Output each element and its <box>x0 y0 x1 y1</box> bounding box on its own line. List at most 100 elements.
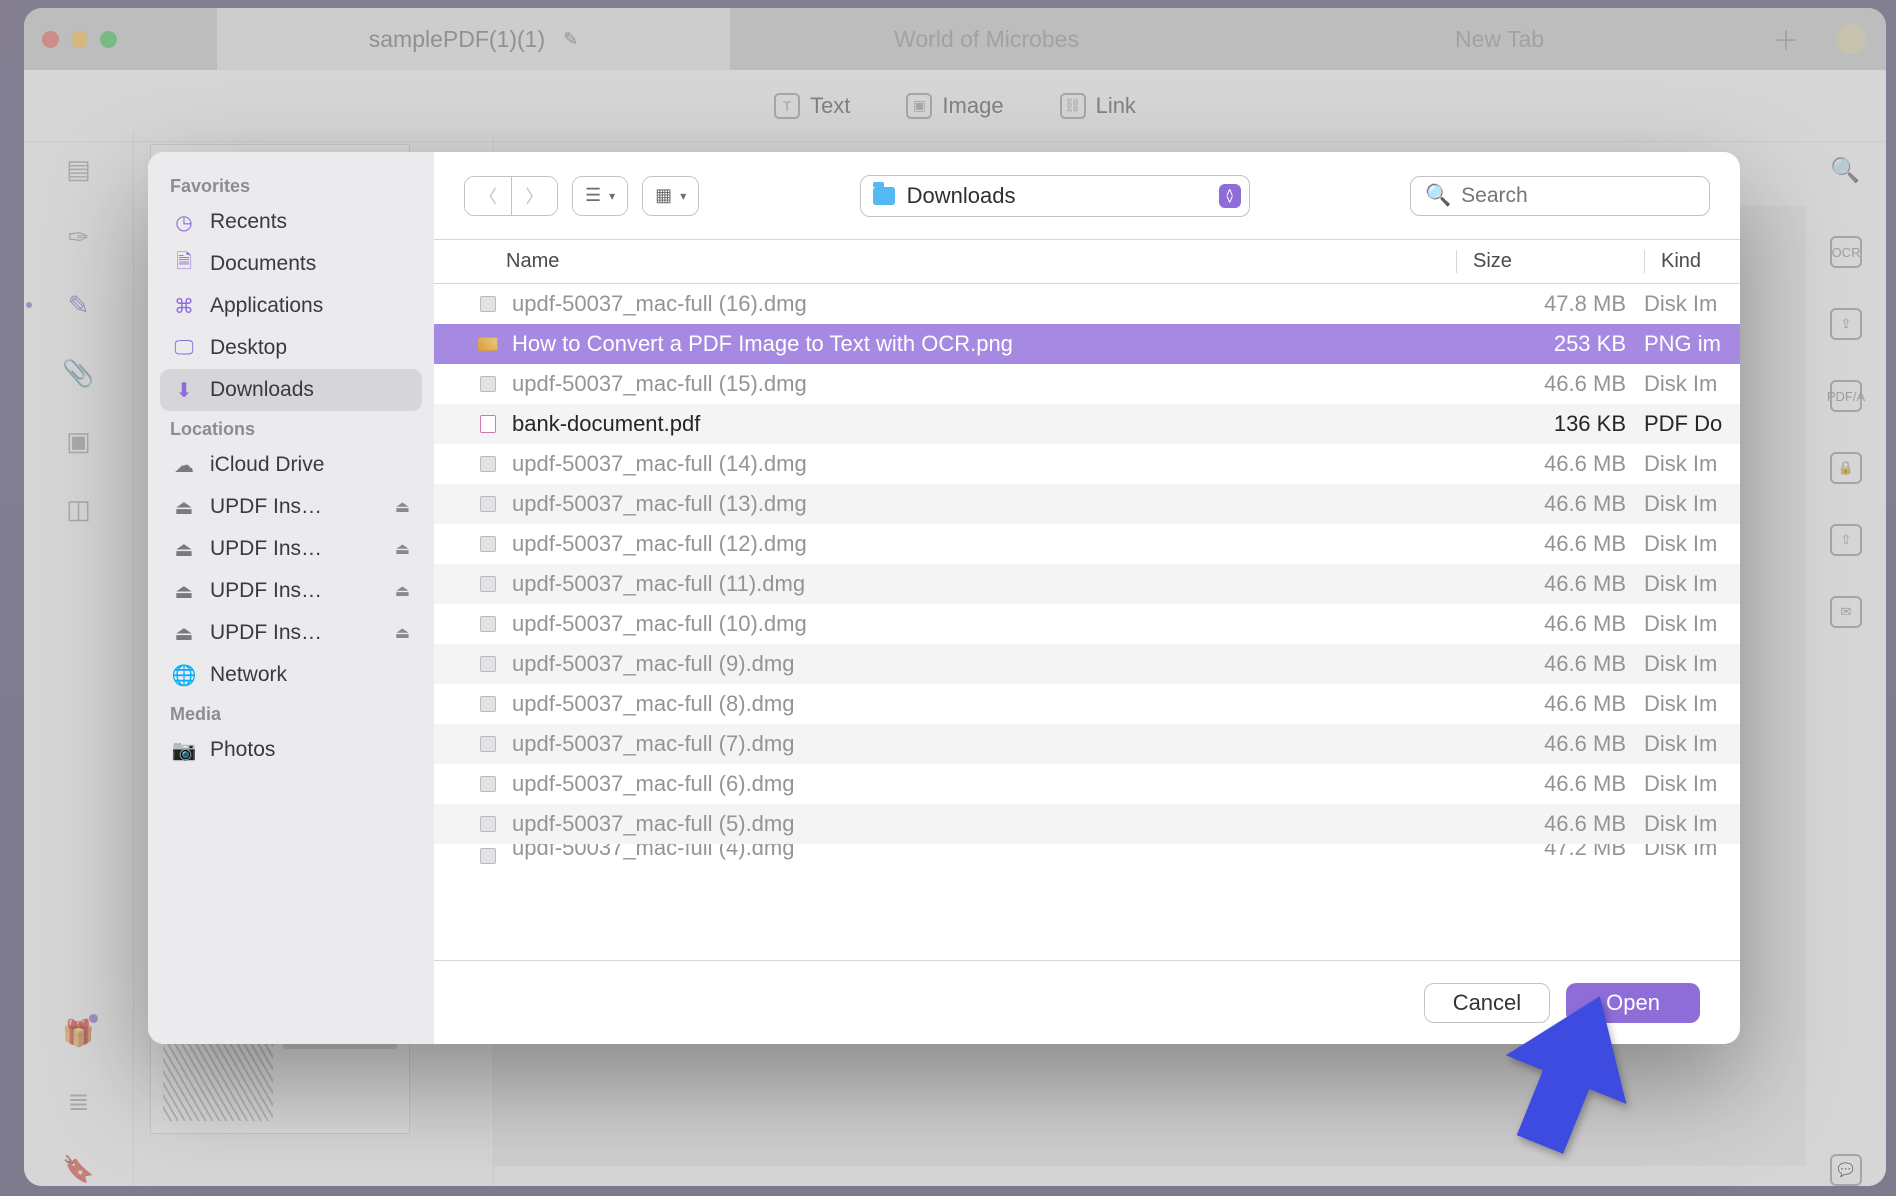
search-input[interactable] <box>1459 183 1734 209</box>
file-row: updf-50037_mac-full (8).dmg46.6 MBDisk I… <box>434 684 1740 724</box>
file-row: updf-50037_mac-full (4).dmg47.2 MBDisk I… <box>434 844 1740 868</box>
eject-icon[interactable]: ⏏ <box>395 497 410 517</box>
search-icon: 🔍 <box>1425 184 1451 208</box>
cancel-button[interactable]: Cancel <box>1424 983 1550 1023</box>
file-size: 47.8 MB <box>1456 291 1644 317</box>
file-kind: PDF Do <box>1644 411 1740 437</box>
favorites-header: Favorites <box>160 168 422 201</box>
file-name: updf-50037_mac-full (7).dmg <box>512 731 1456 757</box>
file-name: updf-50037_mac-full (16).dmg <box>512 291 1456 317</box>
file-kind: Disk Im <box>1644 371 1740 397</box>
file-row: updf-50037_mac-full (10).dmg46.6 MBDisk … <box>434 604 1740 644</box>
file-size: 46.6 MB <box>1456 451 1644 477</box>
sidebar-item-label: UPDF Ins… <box>210 495 322 519</box>
file-list[interactable]: updf-50037_mac-full (16).dmg47.8 MB Disk … <box>434 284 1740 960</box>
file-size: 253 KB <box>1456 331 1644 357</box>
search-field[interactable]: 🔍 <box>1410 176 1710 216</box>
sidebar-item-fav-3[interactable]: 🖵 Desktop <box>160 327 422 369</box>
file-icon <box>478 494 498 514</box>
nav-back-button[interactable]: 〈 <box>465 177 511 215</box>
eject-icon[interactable]: ⏏ <box>395 581 410 601</box>
file-icon <box>478 774 498 794</box>
file-name: updf-50037_mac-full (8).dmg <box>512 691 1456 717</box>
file-row: updf-50037_mac-full (6).dmg46.6 MBDisk I… <box>434 764 1740 804</box>
dialog-topbar: 〈 〉 ☰ ▾ ▦ ▾ Downloads ˄˅ 🔍 <box>434 152 1740 240</box>
file-size: 46.6 MB <box>1456 691 1644 717</box>
file-row[interactable]: How to Convert a PDF Image to Text with … <box>434 324 1740 364</box>
file-icon <box>478 534 498 554</box>
file-row: updf-50037_mac-full (13).dmg46.6 MBDisk … <box>434 484 1740 524</box>
sidebar-item-fav-0[interactable]: ◷ Recents <box>160 201 422 243</box>
file-size: 46.6 MB <box>1456 731 1644 757</box>
sidebar-item-label: Recents <box>210 210 287 234</box>
sidebar-item-loc-5[interactable]: 🌐 Network <box>160 654 422 696</box>
folder-icon <box>873 187 895 205</box>
file-name: updf-50037_mac-full (12).dmg <box>512 531 1456 557</box>
open-button[interactable]: Open <box>1566 983 1700 1023</box>
file-size: 47.2 MB <box>1456 844 1644 861</box>
column-size[interactable]: Size <box>1456 250 1644 273</box>
file-kind: Disk Im <box>1644 844 1740 861</box>
net-icon: 🌐 <box>172 663 196 687</box>
nav-seg: 〈 〉 <box>464 176 558 216</box>
file-open-dialog: Favorites ◷ Recents 🗎Documents ⌘ Application… <box>148 152 1740 1044</box>
sidebar-item-fav-1[interactable]: 🗎Documents <box>160 243 422 285</box>
file-size: 46.6 MB <box>1456 771 1644 797</box>
apps-icon: ⌘ <box>172 294 196 318</box>
desktop-icon: 🖵 <box>172 336 196 360</box>
sidebar-item-loc-2[interactable]: ⏏UPDF Ins…⏏ <box>160 528 422 570</box>
sidebar-item-loc-3[interactable]: ⏏UPDF Ins…⏏ <box>160 570 422 612</box>
file-kind: Disk Im <box>1644 651 1740 677</box>
sidebar-item-label: Desktop <box>210 336 287 360</box>
file-size: 46.6 MB <box>1456 491 1644 517</box>
file-size: 46.6 MB <box>1456 371 1644 397</box>
view-grid-button[interactable]: ▦ ▾ <box>643 177 698 215</box>
file-row: updf-50037_mac-full (15).dmg46.6 MBDisk … <box>434 364 1740 404</box>
sidebar-item-label: Applications <box>210 294 323 318</box>
disk-icon: ⏏ <box>172 537 196 561</box>
disk-icon: ⏏ <box>172 579 196 603</box>
column-kind[interactable]: Kind <box>1644 250 1740 273</box>
eject-icon[interactable]: ⏏ <box>395 539 410 559</box>
file-icon <box>478 374 498 394</box>
view-grid-seg: ▦ ▾ <box>642 176 699 216</box>
file-row[interactable]: bank-document.pdf136 KBPDF Do <box>434 404 1740 444</box>
file-icon <box>478 454 498 474</box>
sidebar-item-fav-4[interactable]: ⬇ Downloads <box>160 369 422 411</box>
sidebar-item-label: Downloads <box>210 378 314 402</box>
file-name: updf-50037_mac-full (4).dmg <box>512 844 1456 861</box>
column-name[interactable]: Name <box>434 250 1456 273</box>
location-dropdown[interactable]: Downloads ˄˅ <box>860 175 1250 217</box>
file-row: updf-50037_mac-full (5).dmg46.6 MBDisk I… <box>434 804 1740 844</box>
file-row: updf-50037_mac-full (16).dmg47.8 MBDisk … <box>434 284 1740 324</box>
sidebar-item-loc-1[interactable]: ⏏ UPDF Ins… ⏏ <box>160 486 422 528</box>
file-row: updf-50037_mac-full (9).dmg46.6 MBDisk I… <box>434 644 1740 684</box>
file-size: 136 KB <box>1456 411 1644 437</box>
download-icon: ⬇ <box>172 378 196 402</box>
dialog-main: 〈 〉 ☰ ▾ ▦ ▾ Downloads ˄˅ 🔍 Name Size Kin… <box>434 152 1740 1044</box>
file-name: updf-50037_mac-full (11).dmg <box>512 571 1456 597</box>
file-kind: Disk Im <box>1644 491 1740 517</box>
file-row: updf-50037_mac-full (11).dmg46.6 MBDisk … <box>434 564 1740 604</box>
file-kind: Disk Im <box>1644 731 1740 757</box>
disk-icon: ⏏ <box>172 621 196 645</box>
nav-forward-button[interactable]: 〉 <box>511 177 557 215</box>
file-kind: PNG im <box>1644 331 1740 357</box>
column-headers: Name Size Kind <box>434 240 1740 284</box>
sidebar-item-loc-0[interactable]: ☁ iCloud Drive <box>160 444 422 486</box>
eject-icon[interactable]: ⏏ <box>395 623 410 643</box>
view-list-button[interactable]: ☰ ▾ <box>573 177 627 215</box>
clock-icon: ◷ <box>172 210 196 234</box>
sidebar-item-med-0[interactable]: 📷Photos <box>160 729 422 771</box>
sidebar-item-fav-2[interactable]: ⌘ Applications <box>160 285 422 327</box>
cloud-icon: ☁ <box>172 453 196 477</box>
disk-icon: ⏏ <box>172 495 196 519</box>
doc-icon: 🗎 <box>172 252 196 276</box>
file-name: updf-50037_mac-full (5).dmg <box>512 811 1456 837</box>
sidebar-item-label: iCloud Drive <box>210 453 324 477</box>
file-name: updf-50037_mac-full (13).dmg <box>512 491 1456 517</box>
view-list-seg: ☰ ▾ <box>572 176 628 216</box>
locations-header: Locations <box>160 411 422 444</box>
sidebar-item-label: Network <box>210 663 287 687</box>
sidebar-item-loc-4[interactable]: ⏏UPDF Ins…⏏ <box>160 612 422 654</box>
